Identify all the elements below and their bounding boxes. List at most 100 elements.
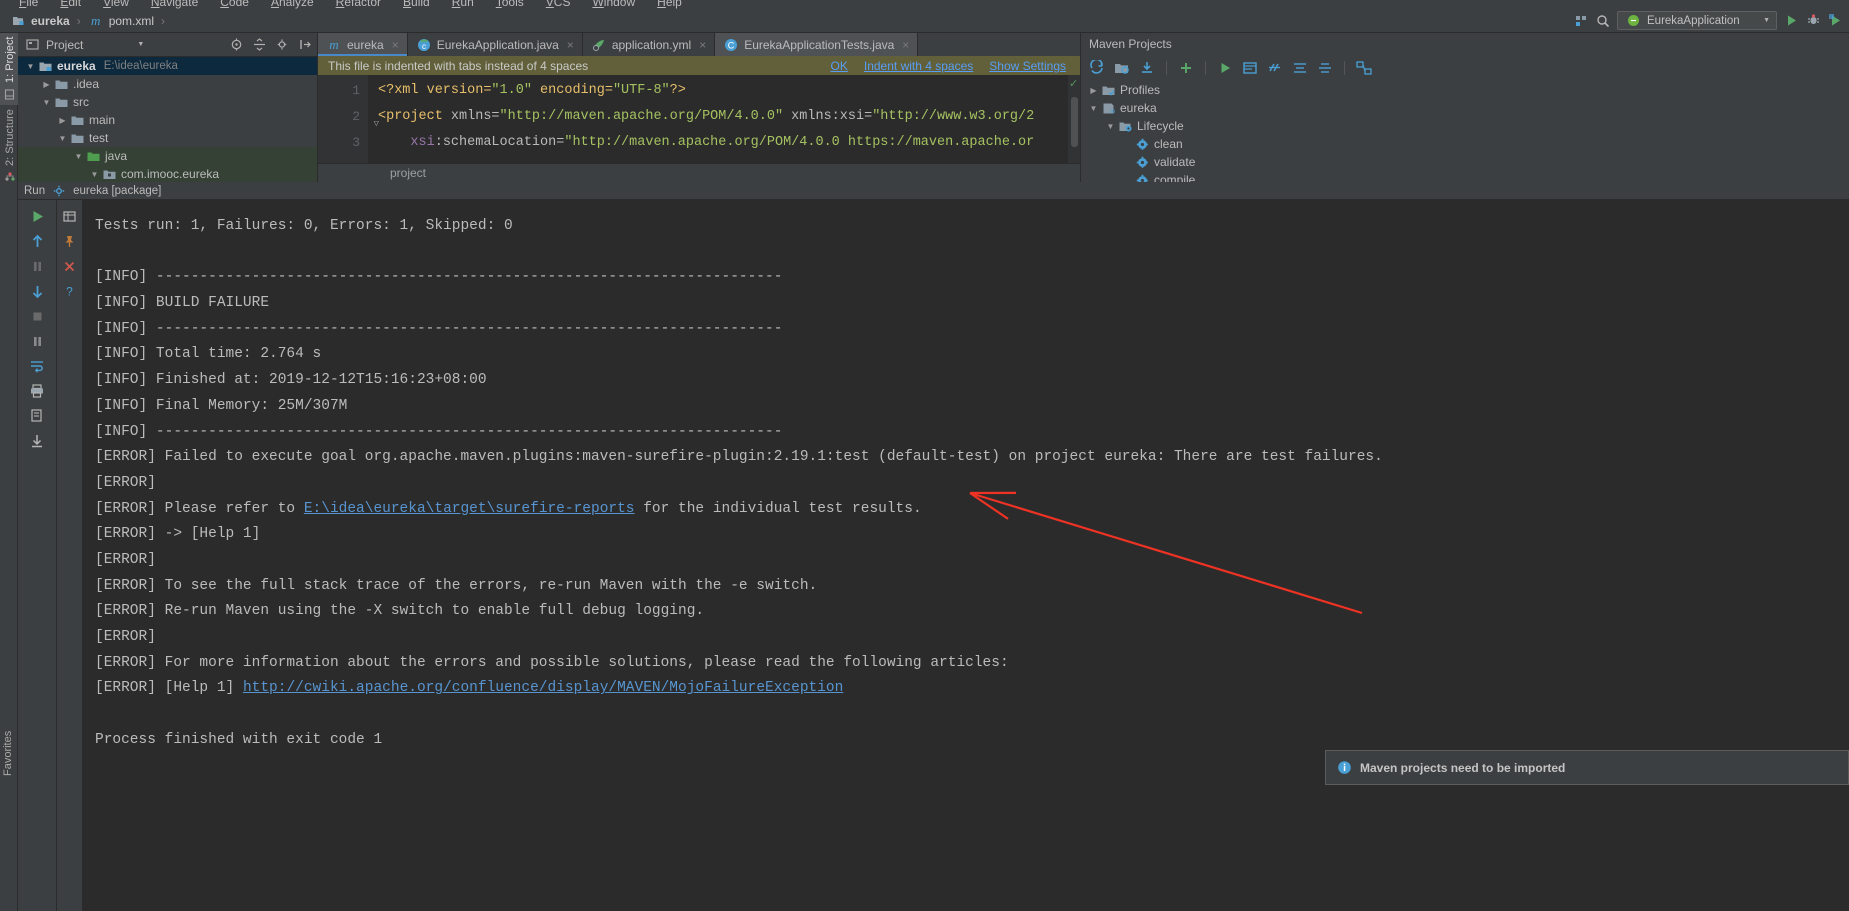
- table-view-icon[interactable]: [57, 204, 83, 228]
- maven-tree-node-lifecycle[interactable]: ▼ Lifecycle: [1081, 117, 1849, 135]
- menu-item-file[interactable]: File: [8, 0, 49, 9]
- maven-tree-node-eureka[interactable]: ▼ m eureka: [1081, 99, 1849, 117]
- chevron-down-icon[interactable]: ▼: [88, 170, 101, 179]
- code-fold-icon[interactable]: ▽: [374, 111, 379, 137]
- wrap-text-icon[interactable]: [24, 354, 50, 378]
- run-config-name: eureka [package]: [73, 184, 162, 197]
- notification-action-indent[interactable]: Indent with 4 spaces: [864, 59, 973, 73]
- debug-icon[interactable]: [1805, 13, 1821, 29]
- editor-vertical-scrollbar[interactable]: [1071, 97, 1078, 147]
- editor-tab-application-yml[interactable]: application.yml ×: [582, 33, 716, 56]
- menu-item-code[interactable]: Code: [209, 0, 260, 9]
- chevron-right-icon[interactable]: ▶: [1087, 86, 1100, 95]
- maven-tree-node-profiles[interactable]: ▶ Profiles: [1081, 81, 1849, 99]
- help-icon[interactable]: ?: [57, 279, 83, 303]
- toggle-skip-tests-icon[interactable]: [1267, 60, 1283, 76]
- menu-item-navigate[interactable]: Navigate: [140, 0, 209, 9]
- sidebar-item-favorites[interactable]: Favorites: [0, 700, 16, 780]
- notification-action-settings[interactable]: Show Settings: [989, 59, 1066, 73]
- menu-item-tools[interactable]: Tools: [485, 0, 535, 9]
- editor-tab-eureka[interactable]: m eureka ×: [318, 33, 408, 56]
- menu-item-refactor[interactable]: Refactor: [325, 0, 392, 9]
- project-tree-node-src[interactable]: ▼ src: [18, 93, 317, 111]
- download-sources-icon[interactable]: [1139, 60, 1155, 76]
- maven-import-notification[interactable]: Maven projects need to be imported: [1325, 750, 1849, 785]
- chevron-right-icon[interactable]: ▶: [40, 80, 53, 89]
- up-arrow-icon[interactable]: [24, 229, 50, 253]
- pin-icon[interactable]: [57, 229, 83, 253]
- sidebar-item-project[interactable]: 1: Project: [0, 33, 20, 105]
- collapse-icon[interactable]: [1292, 60, 1308, 76]
- expand-icon[interactable]: [1317, 60, 1333, 76]
- chevron-down-icon[interactable]: ▼: [40, 98, 53, 107]
- notification-action-ok[interactable]: OK: [831, 59, 848, 73]
- project-tree-node-label: java: [105, 149, 128, 163]
- editor-breadcrumb[interactable]: project: [318, 163, 1080, 182]
- target-icon[interactable]: [228, 37, 244, 53]
- menu-item-vcs[interactable]: VCS: [535, 0, 582, 9]
- project-tree-node--idea[interactable]: ▶ .idea: [18, 75, 317, 93]
- run-icon[interactable]: [1783, 13, 1799, 29]
- maven-tree-node-clean[interactable]: clean: [1081, 135, 1849, 153]
- project-tree-node-test[interactable]: ▼ test: [18, 129, 317, 147]
- menu-item-edit[interactable]: Edit: [49, 0, 92, 9]
- project-tree-node-com-imooc-eureka[interactable]: ▼ com.imooc.eureka: [18, 165, 317, 183]
- chevron-down-icon[interactable]: ▼: [72, 152, 85, 161]
- execute-goal-icon[interactable]: [1242, 60, 1258, 76]
- show-diagram-icon[interactable]: [1356, 60, 1372, 76]
- menu-item-view[interactable]: View: [92, 0, 140, 9]
- build-icon[interactable]: [1573, 13, 1589, 29]
- collapse-all-icon[interactable]: [251, 37, 267, 53]
- maven-tree[interactable]: ▶ Profiles ▼ m eureka ▼ Lifecycle clean validate…: [1081, 81, 1849, 189]
- project-tree[interactable]: ▼ eureka E:\idea\eureka ▶ .idea ▼ src ▶ main ▼ tes…: [18, 57, 317, 183]
- pause-output-icon[interactable]: [24, 329, 50, 353]
- run-configuration-selector[interactable]: EurekaApplication ▼: [1617, 11, 1777, 30]
- chevron-right-icon[interactable]: ▶: [56, 116, 69, 125]
- console-link[interactable]: http://cwiki.apache.org/confluence/displ…: [243, 680, 843, 696]
- hide-panel-icon[interactable]: [297, 37, 313, 53]
- chevron-down-icon[interactable]: ▼: [137, 41, 144, 48]
- menu-item-build[interactable]: Build: [392, 0, 441, 9]
- menu-item-help[interactable]: Help: [646, 0, 693, 9]
- editor-tab-eurekaapplicationtests-java[interactable]: C EurekaApplicationTests.java ×: [715, 33, 919, 56]
- run-maven-build-icon[interactable]: [1217, 60, 1233, 76]
- coverage-icon[interactable]: [1827, 13, 1843, 29]
- menu-item-window[interactable]: Window: [581, 0, 646, 9]
- down-arrow-icon[interactable]: [24, 279, 50, 303]
- source-folder-icon: [85, 148, 101, 164]
- close-icon[interactable]: ×: [567, 38, 574, 52]
- close-icon[interactable]: ×: [392, 38, 399, 52]
- chevron-down-icon[interactable]: ▼: [1104, 122, 1117, 131]
- breadcrumb-file[interactable]: m pom.xml: [86, 13, 156, 29]
- menu-item-analyze[interactable]: Analyze: [260, 0, 325, 9]
- reimport-icon[interactable]: [1089, 60, 1105, 76]
- breadcrumb: eureka › m pom.xml ›: [0, 13, 168, 29]
- project-tree-node-java[interactable]: ▼ java: [18, 147, 317, 165]
- menu-item-run[interactable]: Run: [441, 0, 485, 9]
- chevron-down-icon[interactable]: ▼: [1087, 104, 1100, 113]
- ok-check-icon: ✓: [1069, 78, 1079, 90]
- project-tree-node-main[interactable]: ▶ main: [18, 111, 317, 129]
- generate-sources-icon[interactable]: [1114, 60, 1130, 76]
- maven-tree-node-validate[interactable]: validate: [1081, 153, 1849, 171]
- gear-icon[interactable]: [274, 37, 290, 53]
- chevron-down-icon[interactable]: ▼: [24, 62, 37, 71]
- rerun-icon[interactable]: [24, 204, 50, 228]
- sidebar-item-structure[interactable]: 2: Structure: [0, 105, 20, 187]
- export-icon[interactable]: [24, 404, 50, 428]
- console-output[interactable]: Tests run: 1, Failures: 0, Errors: 1, Sk…: [83, 200, 1837, 911]
- add-icon[interactable]: [1178, 60, 1194, 76]
- close-icon[interactable]: ×: [902, 38, 909, 52]
- search-everywhere-icon[interactable]: [1595, 13, 1611, 29]
- folder-icon: [69, 130, 85, 146]
- close-icon[interactable]: ×: [699, 38, 706, 52]
- editor-notification-message: This file is indented with tabs instead …: [328, 58, 589, 73]
- editor-tab-eurekaapplication-java[interactable]: c EurekaApplication.java ×: [407, 33, 583, 56]
- console-link[interactable]: E:\idea\eureka\target\surefire-reports: [304, 501, 635, 517]
- print-icon[interactable]: [24, 379, 50, 403]
- scroll-end-icon[interactable]: [24, 429, 50, 453]
- close-icon[interactable]: [57, 254, 83, 278]
- chevron-down-icon[interactable]: ▼: [56, 134, 69, 143]
- breadcrumb-project[interactable]: eureka: [8, 13, 72, 29]
- project-tree-node-eureka[interactable]: ▼ eureka E:\idea\eureka: [18, 57, 317, 75]
